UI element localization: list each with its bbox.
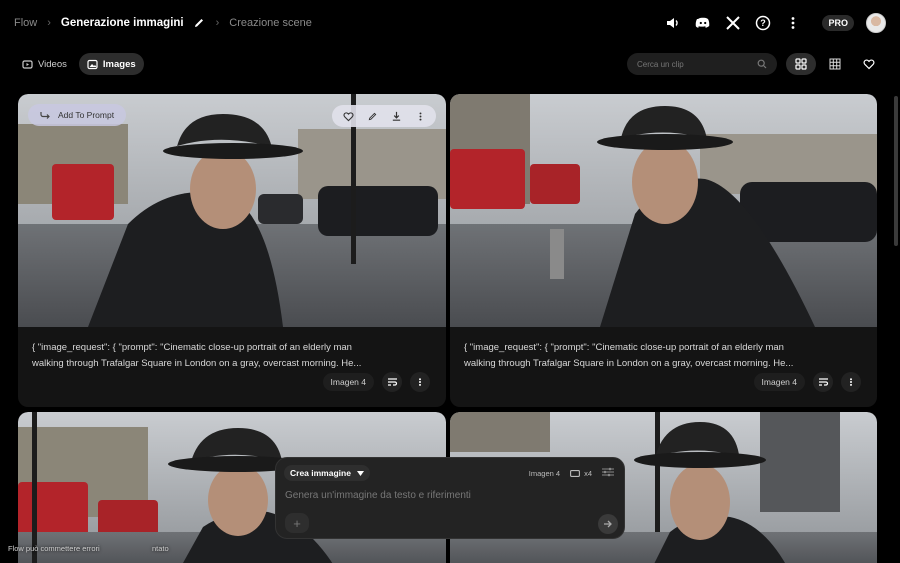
breadcrumb-scene[interactable]: Creazione scene <box>229 17 312 29</box>
view-options <box>786 53 884 75</box>
discord-icon[interactable] <box>694 14 712 32</box>
prompt-caption: { "image_request": { "prompt": "Cinemati… <box>464 340 861 372</box>
reuse-prompt-button[interactable] <box>382 372 402 392</box>
output-count-label: x4 <box>584 468 592 478</box>
grid-large-icon <box>795 58 807 70</box>
heart-icon[interactable] <box>338 106 358 126</box>
model-badge: Imagen 4 <box>753 373 805 391</box>
image-card[interactable]: { "image_request": { "prompt": "Cinemati… <box>450 94 877 407</box>
edit-icon[interactable] <box>362 106 382 126</box>
settings-sliders-icon[interactable] <box>602 467 614 479</box>
add-to-prompt-label: Add To Prompt <box>58 110 115 120</box>
reuse-prompt-button[interactable] <box>813 372 833 392</box>
image-actions <box>332 105 436 127</box>
image-icon <box>87 59 98 69</box>
grid-view-button[interactable] <box>786 53 816 75</box>
generated-image[interactable]: Add To Prompt <box>18 94 446 327</box>
card-more-button[interactable] <box>841 372 861 392</box>
mode-label: Crea immagine <box>290 468 351 478</box>
reuse-prompt-icon <box>818 378 828 386</box>
search-icon <box>757 59 767 69</box>
prompt-caption: { "image_request": { "prompt": "Cinemati… <box>32 340 430 372</box>
prompt-input[interactable]: Genera un'immagine da testo e riferiment… <box>285 490 471 501</box>
scrollbar[interactable] <box>894 96 898 246</box>
card-meta: Imagen 4 <box>322 372 430 392</box>
breadcrumb-project[interactable]: Generazione immagini <box>61 17 184 29</box>
card-meta: Imagen 4 <box>753 372 861 392</box>
tab-videos-label: Videos <box>38 58 67 70</box>
top-bar: Flow › Generazione immagini › Creazione … <box>0 0 900 46</box>
caption-line: walking through Trafalgar Square in Lond… <box>464 358 794 369</box>
breadcrumb-root[interactable]: Flow <box>14 17 37 29</box>
output-count[interactable]: x4 <box>570 469 592 478</box>
grid-small-icon <box>829 58 841 70</box>
media-type-tabs: Videos Images <box>14 53 144 75</box>
volume-icon[interactable] <box>664 14 682 32</box>
tab-images[interactable]: Images <box>78 53 144 75</box>
tab-videos[interactable]: Videos <box>14 53 75 75</box>
aspect-ratio-icon <box>570 469 581 477</box>
video-icon <box>22 59 33 69</box>
image-card[interactable]: Add To Prompt { "image_request": { "prom… <box>18 94 446 407</box>
reuse-prompt-icon <box>387 378 397 386</box>
mode-dropdown[interactable]: Crea immagine <box>284 465 370 481</box>
more-vertical-icon <box>419 378 421 386</box>
plan-badge: PRO <box>822 15 854 31</box>
help-icon[interactable]: ? <box>754 14 772 32</box>
chevron-right-icon: › <box>47 17 51 29</box>
plus-icon: + <box>293 515 301 531</box>
toolbar: Videos Images Cerca un clip <box>14 52 884 76</box>
grid-small-view-button[interactable] <box>820 53 850 75</box>
more-vertical-icon <box>850 378 852 386</box>
svg-text:?: ? <box>761 18 767 28</box>
heart-icon <box>863 59 875 70</box>
tab-images-label: Images <box>102 58 136 70</box>
send-button[interactable] <box>598 514 618 534</box>
favorites-button[interactable] <box>854 53 884 75</box>
card-more-button[interactable] <box>410 372 430 392</box>
more-vertical-icon[interactable] <box>784 14 802 32</box>
add-to-prompt-icon <box>40 112 50 119</box>
chevron-down-icon <box>356 470 364 476</box>
edit-icon[interactable] <box>192 16 206 30</box>
search-placeholder: Cerca un clip <box>637 59 684 69</box>
x-icon[interactable] <box>724 14 742 32</box>
more-vertical-icon[interactable] <box>410 106 430 126</box>
add-reference-button[interactable]: + <box>285 513 309 533</box>
caption-line: { "image_request": { "prompt": "Cinemati… <box>464 342 784 353</box>
header-actions: ? PRO <box>664 13 886 33</box>
caption-line: { "image_request": { "prompt": "Cinemati… <box>32 342 352 353</box>
prompt-composer: Crea immagine Imagen 4 x4 Genera un'imma… <box>275 457 625 539</box>
add-to-prompt-button[interactable]: Add To Prompt <box>28 104 127 126</box>
download-icon[interactable] <box>386 106 406 126</box>
disclaimer-tail: ntato <box>152 544 169 553</box>
avatar[interactable] <box>866 13 886 33</box>
arrow-right-icon <box>604 520 612 528</box>
generated-image[interactable] <box>450 94 877 327</box>
composer-toolbar: Crea immagine Imagen 4 x4 <box>284 465 614 481</box>
model-badge: Imagen 4 <box>322 373 374 391</box>
disclaimer: Flow può commettere errori <box>8 544 100 553</box>
search-input[interactable]: Cerca un clip <box>627 53 777 75</box>
composer-settings: Imagen 4 x4 <box>529 467 614 479</box>
model-selector[interactable]: Imagen 4 <box>529 469 560 478</box>
caption-line: walking through Trafalgar Square in Lond… <box>32 358 362 369</box>
chevron-right-icon: › <box>215 17 220 29</box>
